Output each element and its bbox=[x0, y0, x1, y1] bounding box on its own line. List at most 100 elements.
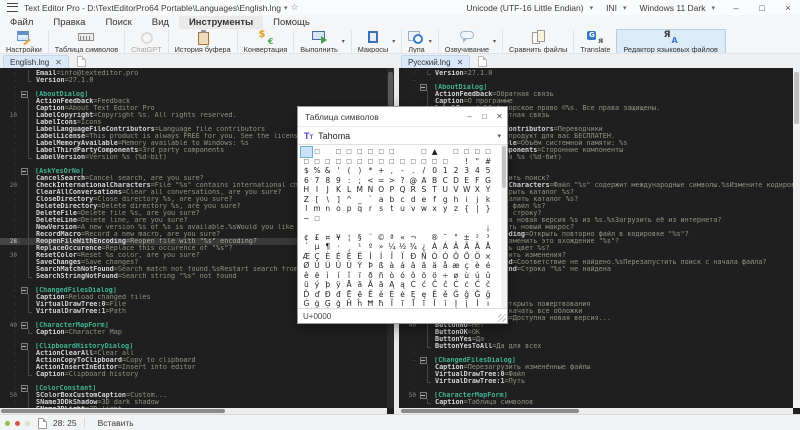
character-cell[interactable]: ÷ bbox=[440, 271, 451, 281]
character-cell[interactable]: □ bbox=[312, 157, 323, 167]
character-cell[interactable]: Ć bbox=[408, 280, 419, 290]
character-cell[interactable]: Ã bbox=[461, 242, 472, 252]
character-cell[interactable] bbox=[440, 147, 451, 157]
code-line[interactable]: ·ActionClearAll=Clear all bbox=[0, 350, 394, 357]
character-cell[interactable]: { bbox=[461, 204, 472, 214]
dialog-maximize-button[interactable]: □ bbox=[477, 112, 492, 121]
close-tab-icon[interactable]: ✕ bbox=[55, 58, 62, 67]
character-cell[interactable]: Ģ bbox=[322, 299, 333, 308]
character-cell[interactable]: c bbox=[397, 195, 408, 205]
favorite-star-icon[interactable]: ☆ bbox=[291, 2, 299, 13]
character-cell[interactable] bbox=[344, 223, 355, 233]
toolbar-button-magnifier[interactable]: Лупа▾ bbox=[402, 30, 439, 53]
character-cell[interactable] bbox=[354, 223, 365, 233]
character-cell[interactable]: j bbox=[472, 195, 483, 205]
character-cell[interactable]: □ bbox=[333, 157, 344, 167]
character-cell[interactable]: □ bbox=[408, 157, 419, 167]
character-cell[interactable]: Đ bbox=[322, 290, 333, 300]
character-cell[interactable]: H bbox=[301, 185, 312, 195]
character-cell[interactable]: □ bbox=[461, 147, 472, 157]
code-line[interactable]: ·[AboutDialog] bbox=[0, 91, 394, 98]
character-cell[interactable]: ¥ bbox=[333, 233, 344, 243]
character-cell[interactable]: » bbox=[376, 242, 387, 252]
character-cell[interactable]: l bbox=[301, 204, 312, 214]
character-cell[interactable]: ø bbox=[451, 271, 462, 281]
hamburger-menu-icon[interactable] bbox=[7, 3, 18, 12]
character-cell[interactable]: æ bbox=[451, 261, 462, 271]
insert-mode-indicator[interactable]: Вставить bbox=[98, 418, 134, 428]
character-cell[interactable]: Á bbox=[440, 242, 451, 252]
character-cell[interactable]: V bbox=[451, 185, 462, 195]
character-cell[interactable] bbox=[387, 223, 398, 233]
menu-Правка[interactable]: Правка bbox=[43, 16, 95, 29]
character-cell[interactable] bbox=[397, 214, 408, 224]
code-line[interactable]: –[ChangedFilesDialog] bbox=[399, 357, 800, 364]
character-cell[interactable]: W bbox=[461, 185, 472, 195]
dialog-title-bar[interactable]: Таблица символов – □ ✕ bbox=[298, 107, 507, 126]
menu-Вид[interactable]: Вид bbox=[142, 16, 179, 29]
character-cell[interactable] bbox=[419, 223, 430, 233]
character-cell[interactable]: Ù bbox=[312, 261, 323, 271]
character-cell[interactable]: ² bbox=[472, 233, 483, 243]
character-cell[interactable]: m bbox=[312, 204, 323, 214]
character-cell[interactable]: ¶ bbox=[322, 242, 333, 252]
tab-english-lng[interactable]: English.lng ✕ bbox=[3, 55, 69, 69]
character-cell[interactable]: ĝ bbox=[461, 290, 472, 300]
character-cell[interactable]: Ď bbox=[301, 290, 312, 300]
character-cell[interactable]: ì bbox=[322, 271, 333, 281]
code-line[interactable]: ·[AboutDialog] bbox=[399, 84, 800, 91]
character-cell[interactable]: Ĝ bbox=[451, 290, 462, 300]
menu-Помощь[interactable]: Помощь bbox=[263, 16, 320, 29]
character-cell[interactable]: $ bbox=[301, 166, 312, 176]
character-cell[interactable]: Ę bbox=[408, 290, 419, 300]
character-cell[interactable]: □ bbox=[419, 147, 430, 157]
character-cell[interactable] bbox=[301, 223, 312, 233]
character-cell[interactable]: î bbox=[344, 271, 355, 281]
code-line[interactable]: – bbox=[399, 77, 800, 84]
code-line[interactable]: ·Caption=Таблица символов bbox=[399, 399, 800, 406]
character-cell[interactable]: Õ bbox=[461, 252, 472, 262]
character-cell[interactable]: Ĉ bbox=[429, 280, 440, 290]
character-cell[interactable]: □ bbox=[344, 147, 355, 157]
menu-Файл[interactable]: Файл bbox=[0, 16, 43, 29]
character-cell[interactable]: Ö bbox=[472, 252, 483, 262]
code-line[interactable]: ·VirtualDrawTree:1=Путь bbox=[399, 378, 800, 385]
character-cell[interactable]: □ bbox=[451, 147, 462, 157]
character-cell[interactable]: ą bbox=[397, 280, 408, 290]
character-cell[interactable]: ~ bbox=[301, 214, 312, 224]
character-cell[interactable]: ğ bbox=[483, 290, 494, 300]
character-cell[interactable]: Z bbox=[301, 195, 312, 205]
chevron-down-icon[interactable]: ▾ bbox=[429, 38, 432, 45]
code-line[interactable]: ·Email=info@texteditor.pro bbox=[0, 70, 394, 77]
character-cell[interactable]: J bbox=[322, 185, 333, 195]
character-cell[interactable]: ē bbox=[354, 290, 365, 300]
character-cell[interactable]: Q bbox=[397, 185, 408, 195]
character-cell[interactable]: Ú bbox=[322, 261, 333, 271]
character-cell[interactable] bbox=[461, 214, 472, 224]
character-cell[interactable]: Ĕ bbox=[365, 290, 376, 300]
character-cell[interactable]: □ bbox=[376, 157, 387, 167]
character-cell[interactable] bbox=[472, 214, 483, 224]
character-cell[interactable]: ĭ bbox=[440, 299, 451, 308]
character-cell[interactable]: , bbox=[387, 166, 398, 176]
character-cell[interactable]: ¾ bbox=[408, 242, 419, 252]
character-cell[interactable]: ▲ bbox=[429, 147, 440, 157]
character-cell[interactable]: Ě bbox=[429, 290, 440, 300]
character-cell[interactable]: ð bbox=[365, 271, 376, 281]
character-cell[interactable]: ģ bbox=[333, 299, 344, 308]
character-cell[interactable]: ¹ bbox=[354, 242, 365, 252]
character-cell[interactable] bbox=[397, 147, 408, 157]
character-cell[interactable]: 4 bbox=[472, 166, 483, 176]
character-cell[interactable]: % bbox=[312, 166, 323, 176]
character-cell[interactable]: Ï bbox=[397, 252, 408, 262]
character-cell[interactable]: ( bbox=[344, 166, 355, 176]
character-cell[interactable]: □ bbox=[333, 147, 344, 157]
character-cell[interactable]: y bbox=[440, 204, 451, 214]
toolbar-button-compare-files[interactable]: Сравнить файлы bbox=[503, 30, 574, 53]
character-cell[interactable] bbox=[376, 214, 387, 224]
character-cell[interactable]: = bbox=[376, 176, 387, 186]
character-cell[interactable] bbox=[365, 214, 376, 224]
character-cell[interactable]: ï bbox=[354, 271, 365, 281]
fold-collapse-icon[interactable] bbox=[21, 343, 28, 350]
character-cell[interactable]: K bbox=[333, 185, 344, 195]
